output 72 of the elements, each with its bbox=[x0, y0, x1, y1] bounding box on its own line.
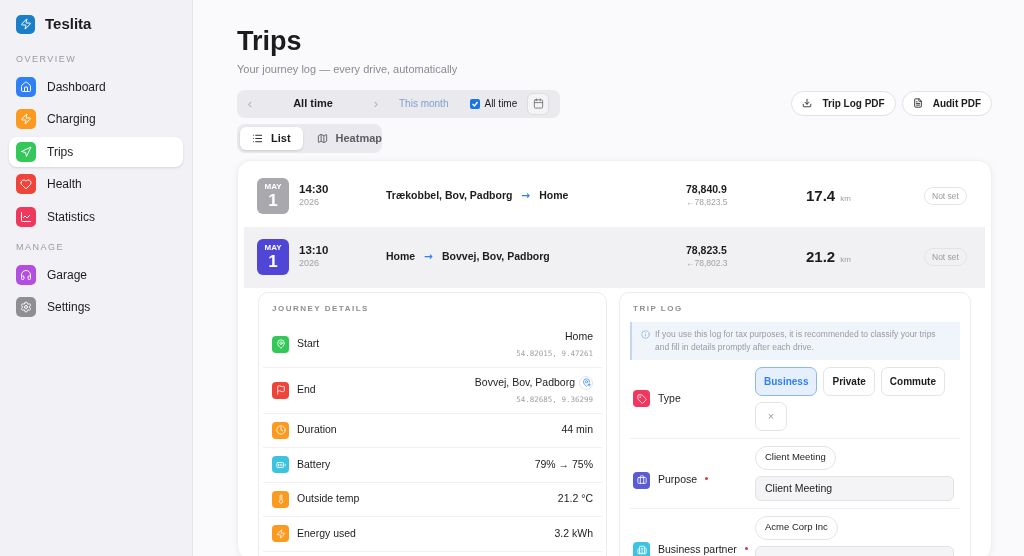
odometer-previous: ←78,823.5 bbox=[686, 196, 729, 209]
date-month: MAY bbox=[264, 243, 282, 252]
sidebar-item[interactable]: Health bbox=[9, 169, 183, 200]
trip-year: 2026 bbox=[299, 257, 321, 271]
distance-unit: km bbox=[840, 192, 851, 205]
sidebar-item[interactable]: Trips bbox=[9, 136, 183, 167]
route-from: Home bbox=[386, 249, 416, 265]
date-badge: MAY 1 bbox=[257, 178, 289, 214]
date-badge: MAY 1 bbox=[257, 239, 289, 275]
info-icon bbox=[641, 329, 650, 339]
route-from: Trækobbel, Bov, Padborg bbox=[386, 188, 513, 204]
sidebar-item[interactable]: Dashboard bbox=[9, 72, 183, 102]
sidebar-item[interactable]: Statistics bbox=[9, 201, 183, 232]
app-name: Teslita bbox=[45, 14, 92, 34]
detail-label: Duration bbox=[297, 422, 337, 438]
list-icon bbox=[252, 132, 263, 144]
detail-label: Outside temp bbox=[297, 491, 360, 507]
period-label: All time bbox=[292, 96, 334, 112]
checkbox[interactable] bbox=[470, 98, 481, 109]
route-arrow: → bbox=[424, 249, 433, 265]
route-to: Bovvej, Bov, Padborg bbox=[442, 249, 550, 265]
panel-heading: TRIP LOG bbox=[632, 302, 684, 315]
detail-label: Start bbox=[297, 336, 320, 352]
detail-value: 21.2 °C bbox=[557, 491, 593, 507]
type-option[interactable]: Private bbox=[823, 366, 875, 396]
info-text: If you use this log for tax purposes, it is recommended to classify your trips and fill in details promptly after each drive. bbox=[655, 327, 937, 354]
export-button[interactable]: Audit PDF bbox=[901, 90, 992, 116]
page-title: Trips bbox=[237, 25, 303, 58]
route-to: Home bbox=[539, 188, 569, 204]
trip-row[interactable]: MAY 1 14:30 2026 Trækobbel, Bov, Padborg → Home 78,840.9 ←78,823.5 17.4 km Not set bbox=[244, 165, 985, 227]
input-field[interactable]: Client Meeting bbox=[755, 475, 954, 501]
trip-time: 14:30 bbox=[299, 182, 330, 197]
odometer: 78,823.5 bbox=[686, 244, 728, 258]
route-arrow: → bbox=[521, 188, 531, 204]
section-heading: MANAGE bbox=[15, 240, 65, 254]
field-label: Type bbox=[658, 390, 681, 406]
map-icon bbox=[316, 132, 328, 144]
download-icon bbox=[802, 98, 813, 108]
logo-icon bbox=[16, 14, 35, 34]
odometer: 78,840.9 bbox=[686, 183, 728, 197]
trip-row[interactable]: MAY 1 13:10 2026 Home → Bovvej, Bov, Padborg 78,823.5 ←78,802.3 21.2 km Not set bbox=[244, 226, 985, 288]
trip-distance: 17.4 bbox=[806, 185, 836, 206]
trip-year: 2026 bbox=[299, 196, 321, 210]
date-month: MAY bbox=[264, 182, 282, 191]
calendar-icon bbox=[532, 98, 544, 109]
checkbox-label: All time bbox=[484, 97, 518, 111]
section-heading: OVERVIEW bbox=[15, 52, 78, 66]
document-icon bbox=[912, 98, 923, 108]
sidebar-item[interactable]: Charging bbox=[9, 104, 183, 135]
detail-label: Energy used bbox=[297, 525, 356, 541]
field-label: Business partner bbox=[658, 542, 737, 556]
export-button[interactable]: Trip Log PDF bbox=[791, 90, 896, 116]
view-tab[interactable]: Heatmap bbox=[304, 126, 395, 150]
detail-label: End bbox=[297, 382, 316, 398]
distance-unit: km bbox=[840, 253, 851, 266]
page-subtitle: Your journey log — every drive, automatically bbox=[237, 62, 459, 77]
type-option[interactable]: Commute bbox=[880, 366, 945, 396]
view-tab[interactable]: List bbox=[240, 126, 303, 150]
detail-value: 79% → 75% bbox=[534, 456, 593, 472]
trip-time: 13:10 bbox=[299, 243, 330, 258]
detail-value: 3.2 kWh bbox=[554, 525, 593, 541]
trip-distance: 21.2 bbox=[806, 246, 836, 267]
field-label: Purpose bbox=[658, 472, 698, 488]
sidebar-item[interactable]: Settings bbox=[9, 292, 183, 323]
detail-value: 44 min bbox=[561, 422, 593, 438]
panel-heading: JOURNEY DETAILS bbox=[271, 302, 370, 315]
calendar-button[interactable] bbox=[527, 92, 550, 115]
sidebar-item[interactable]: Garage bbox=[9, 260, 183, 291]
detail-value: Home bbox=[565, 329, 593, 344]
detail-label: Battery bbox=[297, 456, 331, 472]
detail-value: Bovvej, Bov, Padborg bbox=[474, 375, 575, 390]
odometer-previous: ←78,802.3 bbox=[686, 257, 729, 270]
